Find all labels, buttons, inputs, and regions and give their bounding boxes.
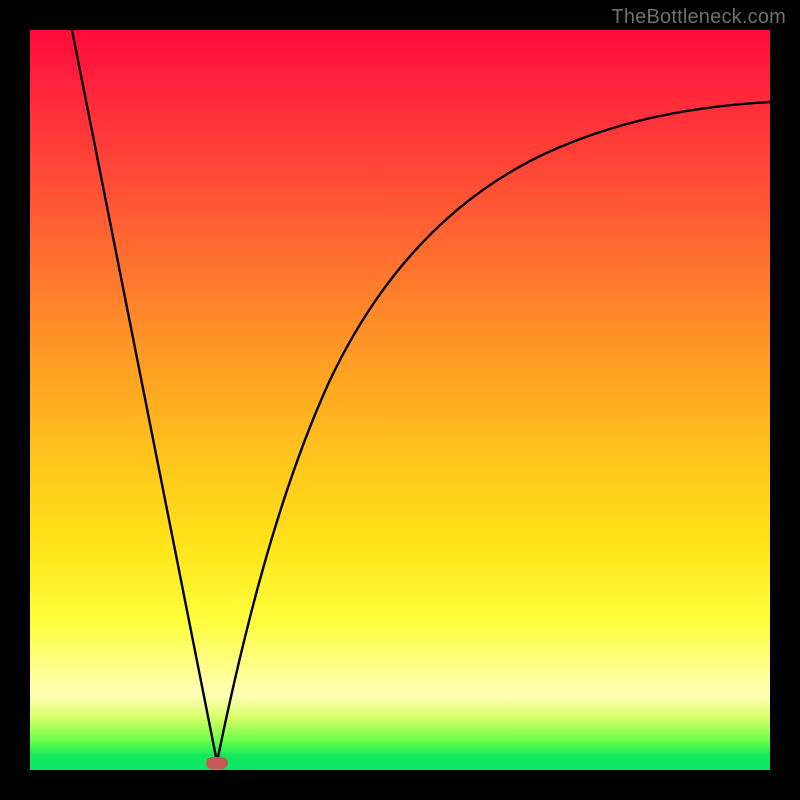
plot-area [30,30,770,770]
bottleneck-curve [30,30,770,770]
watermark-text: TheBottleneck.com [611,6,786,29]
curve-left-branch [72,30,217,762]
curve-right-branch [217,102,770,762]
chart-frame: TheBottleneck.com [0,0,800,800]
minimum-marker [206,757,228,769]
